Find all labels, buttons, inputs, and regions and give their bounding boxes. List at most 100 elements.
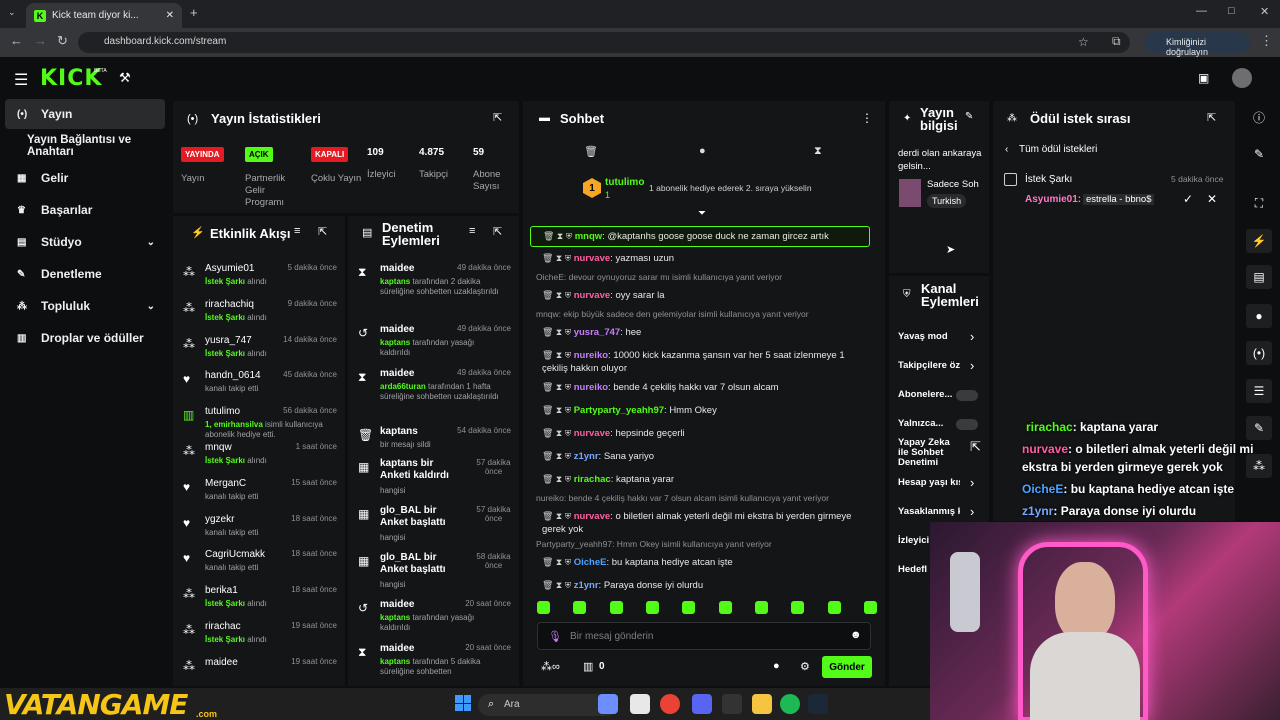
sidebar-item[interactable]: ♛ Başarılar <box>5 195 165 225</box>
activity-user[interactable]: MerganC <box>205 478 246 489</box>
url-bar[interactable]: dashboard.kick.com/stream <box>78 32 1130 53</box>
channel-action-item[interactable]: Yasaklanmış k › <box>898 503 986 523</box>
close-tab-icon[interactable]: ✕ <box>166 10 174 21</box>
new-tab-icon[interactable]: + <box>190 5 198 20</box>
mod-actions-icon[interactable]: 🗑 ⧗ ⛨ <box>542 327 574 337</box>
all-rewards-link[interactable]: Tüm ödül istekleri <box>1019 144 1097 155</box>
crop-icon[interactable]: ⛶ <box>1246 191 1272 215</box>
minimize-icon[interactable]: — <box>1196 5 1207 17</box>
emote-icon[interactable] <box>682 601 696 614</box>
filter-icon[interactable]: ≡ <box>469 225 475 237</box>
emote-icon[interactable] <box>537 601 550 614</box>
reload-icon[interactable]: ↻ <box>57 33 68 49</box>
chevron-down-icon[interactable]: ⌄ <box>147 301 155 312</box>
chat-mode-icon[interactable]: ● <box>699 145 706 157</box>
back-icon[interactable]: ← <box>10 33 23 48</box>
obs-icon[interactable] <box>722 694 742 714</box>
language-tag[interactable]: Turkish <box>927 194 967 208</box>
extensions-icon[interactable]: ⧉ <box>1112 34 1121 49</box>
trash-icon[interactable]: 🗑 <box>584 145 598 158</box>
chat-message[interactable]: 🗑 ⧗ ⛨ OicheE: bu kaptana hediye atcan iş… <box>530 553 870 572</box>
taskbar-search[interactable]: ⌕ Ara <box>478 694 618 716</box>
modlog-user[interactable]: maidee <box>380 324 414 335</box>
activity-user[interactable]: handn_0614 <box>205 370 261 381</box>
file-explorer-icon[interactable] <box>630 694 650 714</box>
back-chevron-icon[interactable]: ‹ <box>1005 144 1008 155</box>
chat-username[interactable]: rirachac <box>574 474 611 485</box>
modlog-user[interactable]: glo_BAL bir Anket başlattı <box>380 505 465 529</box>
mod-actions-icon[interactable]: 🗑 ⧗ ⛨ <box>542 580 574 590</box>
chat-username[interactable]: mnqw <box>575 231 602 242</box>
modlog-user[interactable]: maidee <box>380 599 414 610</box>
mod-actions-icon[interactable]: 🗑 ⧗ ⛨ <box>542 405 574 415</box>
mod-actions-icon[interactable]: 🗑 ⧗ ⛨ <box>542 290 574 300</box>
emote-icon[interactable] <box>645 601 659 614</box>
chat-username[interactable]: z1ynr <box>574 580 599 591</box>
popout-icon[interactable]: ⇱ <box>318 225 327 238</box>
modlog-user[interactable]: kaptans bir Anketi kaldırdı <box>380 458 465 482</box>
sidebar-item[interactable]: ✎ Denetleme <box>5 259 165 289</box>
tab-search-icon[interactable]: ⌄ <box>8 7 16 18</box>
popout-icon[interactable]: ⇱ <box>970 439 981 455</box>
channel-action-item[interactable]: Takipçilere öze › <box>898 357 986 377</box>
discord-icon[interactable] <box>692 694 712 714</box>
chat-username[interactable]: z1ynr <box>574 451 599 462</box>
emote-icon[interactable] <box>754 601 768 614</box>
filter-icon[interactable]: ≡ <box>294 225 300 237</box>
mod-actions-icon[interactable]: 🗑 ⧗ ⛨ <box>542 382 574 392</box>
chevron-right-icon[interactable]: › <box>970 504 974 519</box>
chat-username[interactable]: nurvave <box>574 428 610 439</box>
pen-icon[interactable]: ✎ <box>1246 142 1272 166</box>
mod-actions-icon[interactable]: 🗑 ⧗ ⛨ <box>542 350 574 360</box>
mod-actions-icon[interactable]: 🗑 ⧗ ⛨ <box>542 511 574 521</box>
chevron-right-icon[interactable]: › <box>970 475 974 490</box>
toggle-switch[interactable] <box>956 419 978 430</box>
mod-actions-icon[interactable]: 🗑 ⧗ ⛨ <box>542 451 574 461</box>
close-window-icon[interactable]: ✕ <box>1260 5 1269 18</box>
chat-message[interactable]: 🗑 ⧗ ⛨ Partyparty_yeahh97: Hmm Okey <box>530 401 870 420</box>
chat-input[interactable]: 🎙 Bir mesaj gönderin ☻ <box>537 622 871 650</box>
emote-icon[interactable] <box>718 601 732 614</box>
chat-username[interactable]: yusra_747 <box>574 327 620 338</box>
maximize-icon[interactable]: □ <box>1228 5 1235 17</box>
sidebar-item[interactable]: ▥ Droplar ve ödüller <box>5 323 165 353</box>
activity-user[interactable]: yusra_747 <box>205 335 252 346</box>
layout-icon[interactable]: ☰ <box>1246 379 1272 403</box>
spotify-icon[interactable] <box>780 694 800 714</box>
chat-username[interactable]: nureiko <box>574 350 608 361</box>
forward-icon[interactable]: → <box>34 33 47 48</box>
activity-user[interactable]: ygzekr <box>205 514 234 525</box>
activity-user[interactable]: berika1 <box>205 585 238 596</box>
emote-icon[interactable] <box>791 601 805 614</box>
emote-icon[interactable] <box>863 601 877 614</box>
activity-user[interactable]: CagriUcmakk <box>205 549 265 560</box>
modlog-user[interactable]: glo_BAL bir Anket başlattı <box>380 552 465 576</box>
emoji-icon[interactable]: ☻ <box>850 629 862 641</box>
activity-user[interactable]: mnqw <box>205 442 232 453</box>
mod-actions-icon[interactable]: 🗑 ⧗ ⛨ <box>542 557 574 567</box>
sidebar-item[interactable]: ▤ Stüdyo ⌄ <box>5 227 165 257</box>
channel-action-item[interactable]: Hesap yaşı kıs › <box>898 474 986 494</box>
chevron-right-icon[interactable]: › <box>970 329 974 344</box>
chat-message[interactable]: 🗑 ⧗ ⛨ mnqw: @kaptanhs goose goose duck n… <box>530 226 870 247</box>
sidebar-item[interactable]: (•) Yayın <box>5 99 165 129</box>
modlog-user[interactable]: maidee <box>380 368 414 379</box>
broadcast-icon[interactable]: (•) <box>1246 341 1272 365</box>
folder-icon[interactable] <box>752 694 772 714</box>
activity-user[interactable]: rirachac <box>205 621 241 632</box>
popout-icon[interactable]: ⇱ <box>493 111 502 124</box>
modlog-user[interactable]: maidee <box>380 643 414 654</box>
profile-chip[interactable]: Kimliğinizi doğrulayın <box>1144 32 1250 57</box>
chat-message[interactable]: 🗑 ⧗ ⛨ rirachac: kaptana yarar <box>530 470 870 489</box>
chevron-right-icon[interactable]: › <box>970 358 974 373</box>
chat-message[interactable]: 🗑 ⧗ ⛨ nureiko: bende 4 çekiliş hakkı var… <box>530 378 870 397</box>
emote-icon[interactable] <box>609 601 623 614</box>
gift-icon[interactable]: ▥ <box>583 660 593 673</box>
activity-user[interactable]: rirachachiq <box>205 299 254 310</box>
chat-icon[interactable]: ● <box>1246 304 1272 328</box>
reject-icon[interactable]: ✕ <box>1207 192 1217 206</box>
chat-message[interactable]: 🗑 ⧗ ⛨ z1ynr: Paraya donse iyi olurdu <box>530 576 870 595</box>
bookmark-star-icon[interactable]: ☆ <box>1078 35 1089 49</box>
chat-username[interactable]: nureiko <box>574 382 608 393</box>
toggle-switch[interactable] <box>956 390 978 401</box>
